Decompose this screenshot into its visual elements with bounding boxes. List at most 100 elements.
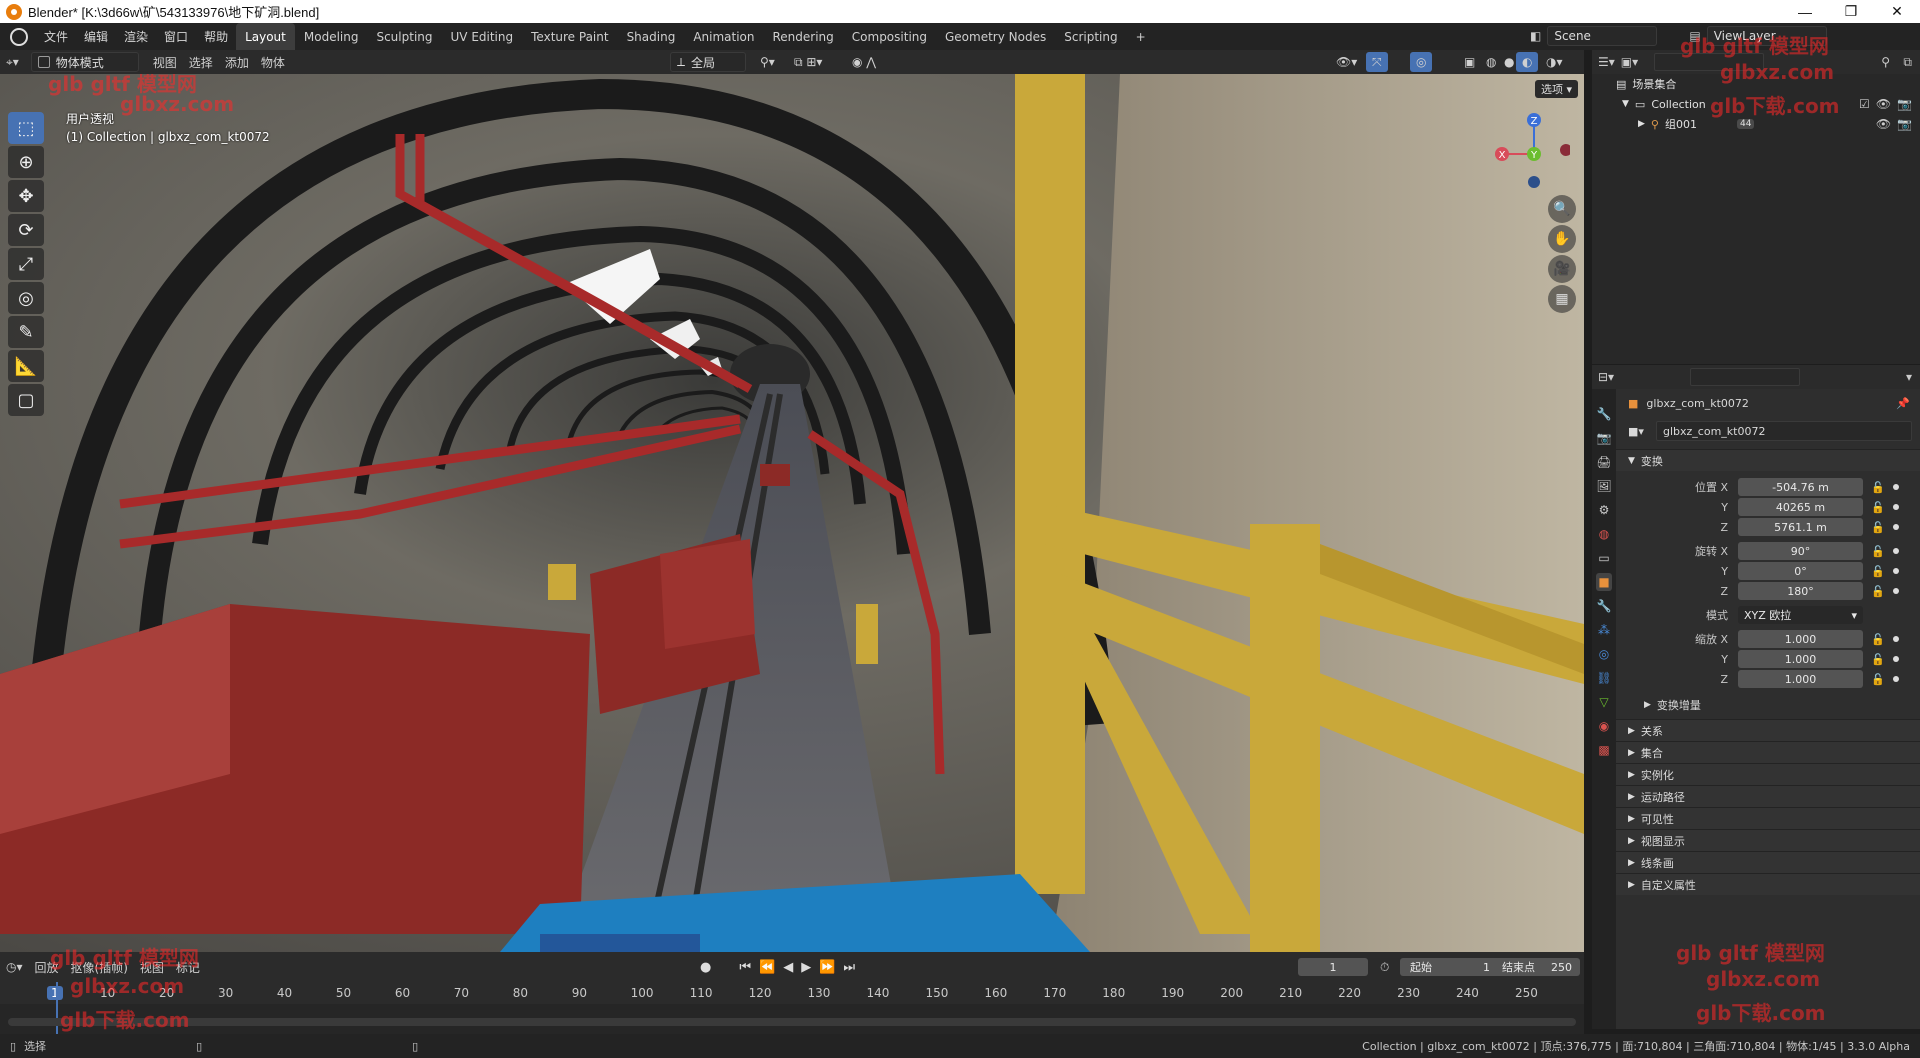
- 3d-viewport[interactable]: glb gltf 模型网 glbxz.com: [0, 74, 1584, 952]
- play-icon[interactable]: ▶: [801, 960, 811, 975]
- scale-y-field[interactable]: 1.000: [1738, 650, 1863, 668]
- delta-transform-subpanel[interactable]: ▶ 变换增量: [1616, 695, 1920, 715]
- expand-arrow-icon[interactable]: ▶: [1638, 119, 1645, 129]
- close-button[interactable]: ✕: [1874, 0, 1920, 23]
- filter-icon[interactable]: ⚲: [1881, 55, 1890, 69]
- viewport-display-panel-header[interactable]: ▶ 视图显示: [1616, 829, 1920, 851]
- gizmo-toggle-icon[interactable]: ⤧: [1366, 52, 1388, 72]
- measure-tool[interactable]: 📐: [8, 350, 44, 382]
- view-layer-selector[interactable]: ViewLayer: [1706, 26, 1827, 46]
- outliner-object-row[interactable]: ▶ ⚲ 组001 44 👁 📷: [1592, 114, 1920, 134]
- menu-timeline-view[interactable]: 视图: [134, 957, 170, 977]
- playhead[interactable]: [56, 982, 58, 1034]
- lock-icon[interactable]: 🔓: [1871, 501, 1885, 514]
- timeline-body[interactable]: 1 10 20 30 40 50 60 70 80 90 100 110 120 130 140 150 160…: [0, 946, 1584, 1034]
- navigation-gizmo[interactable]: Z X Y: [1490, 110, 1572, 190]
- blender-menu-icon[interactable]: [10, 27, 28, 46]
- jump-end-icon[interactable]: ⏭: [843, 960, 855, 975]
- lock-icon[interactable]: 🔓: [1871, 633, 1885, 646]
- menu-playback[interactable]: 回放: [29, 957, 65, 977]
- menu-view[interactable]: 视图: [147, 52, 183, 72]
- tool-tab-icon[interactable]: 🔧: [1596, 405, 1612, 423]
- keyframe-dot-icon[interactable]: [1893, 504, 1899, 510]
- pan-hand-icon[interactable]: ✋: [1548, 225, 1576, 253]
- pin-icon[interactable]: 📌: [1896, 397, 1910, 410]
- menu-keying[interactable]: 抠像(插帧): [65, 957, 134, 977]
- object-tab-icon[interactable]: ■: [1596, 573, 1612, 591]
- object-type-icon[interactable]: ■▾: [1628, 425, 1644, 438]
- keyframe-dot-icon[interactable]: [1893, 636, 1899, 642]
- camera-icon[interactable]: 🎥: [1548, 255, 1576, 283]
- output-tab-icon[interactable]: 🖨: [1596, 453, 1612, 471]
- maximize-button[interactable]: ❐: [1828, 0, 1874, 23]
- start-frame-field[interactable]: 起始 1: [1400, 958, 1500, 976]
- scene-selector[interactable]: Scene: [1547, 26, 1658, 46]
- modifier-tab-icon[interactable]: 🔧: [1596, 597, 1612, 615]
- outliner-scene-collection[interactable]: ▤ 场景集合: [1592, 74, 1920, 94]
- data-tab-icon[interactable]: ▽: [1596, 693, 1612, 711]
- select-box-tool[interactable]: ⬚: [8, 112, 44, 144]
- overlay-toggle-icon[interactable]: ◎: [1410, 52, 1433, 72]
- outliner-search[interactable]: [1654, 53, 1765, 71]
- menu-render[interactable]: 渲染: [116, 23, 156, 50]
- scale-x-field[interactable]: 1.000: [1738, 630, 1863, 648]
- menu-file[interactable]: 文件: [36, 23, 76, 50]
- material-shading-icon[interactable]: ◐: [1516, 52, 1539, 72]
- eye-icon[interactable]: 👁: [1876, 117, 1891, 131]
- rotation-z-field[interactable]: 180°: [1738, 582, 1863, 600]
- play-reverse-icon[interactable]: ◀: [783, 960, 793, 975]
- texture-tab-icon[interactable]: ▩: [1596, 741, 1612, 759]
- move-tool[interactable]: ✥: [8, 180, 44, 212]
- snap-icon[interactable]: ⧉ ⊞▾: [788, 52, 828, 72]
- keyframe-dot-icon[interactable]: [1893, 524, 1899, 530]
- relations-panel-header[interactable]: ▶ 关系: [1616, 719, 1920, 741]
- menu-select[interactable]: 选择: [183, 52, 219, 72]
- rotation-y-field[interactable]: 0°: [1738, 562, 1863, 580]
- keyframe-dot-icon[interactable]: [1893, 568, 1899, 574]
- object-name-field[interactable]: glbxz_com_kt0072: [1656, 421, 1912, 441]
- xray-icon[interactable]: ▣: [1458, 52, 1481, 72]
- end-frame-field[interactable]: 结束点 250: [1494, 958, 1580, 976]
- grid-icon[interactable]: ▦: [1548, 285, 1576, 313]
- visibility-panel-header[interactable]: ▶ 可见性: [1616, 807, 1920, 829]
- editor-type-icon[interactable]: ⌖▾: [0, 52, 25, 72]
- world-tab-icon[interactable]: ◍: [1596, 525, 1612, 543]
- keyframe-dot-icon[interactable]: [1893, 548, 1899, 554]
- lock-icon[interactable]: 🔓: [1871, 481, 1885, 494]
- expand-arrow-icon[interactable]: ▼: [1622, 99, 1629, 109]
- keyframe-dot-icon[interactable]: [1893, 484, 1899, 490]
- keyframe-dot-icon[interactable]: [1893, 676, 1899, 682]
- menu-marker[interactable]: 标记: [170, 957, 206, 977]
- tab-uv-editing[interactable]: UV Editing: [442, 23, 523, 50]
- render-tab-icon[interactable]: 📷: [1596, 429, 1612, 447]
- rotate-tool[interactable]: ⟳: [8, 214, 44, 246]
- lock-icon[interactable]: 🔓: [1871, 521, 1885, 534]
- options-dropdown[interactable]: 选项 ▾: [1535, 80, 1579, 98]
- line-art-panel-header[interactable]: ▶ 线条画: [1616, 851, 1920, 873]
- tab-scripting[interactable]: Scripting: [1055, 23, 1126, 50]
- outliner-collection-row[interactable]: ▼ ▭ Collection ☑ 👁 📷: [1592, 94, 1920, 114]
- lock-icon[interactable]: 🔓: [1871, 653, 1885, 666]
- instancing-panel-header[interactable]: ▶ 实例化: [1616, 763, 1920, 785]
- visibility-icon[interactable]: 👁▾: [1330, 52, 1363, 72]
- display-mode-icon[interactable]: ▣▾: [1621, 55, 1638, 69]
- minimize-button[interactable]: —: [1782, 0, 1828, 23]
- camera-restrict-icon[interactable]: 📷: [1897, 97, 1912, 111]
- tab-modeling[interactable]: Modeling: [295, 23, 368, 50]
- scene-tab-icon[interactable]: ⚙: [1596, 501, 1612, 519]
- transform-tool[interactable]: ◎: [8, 282, 44, 314]
- proportional-edit-icon[interactable]: ◉ ⋀: [846, 52, 882, 72]
- scale-z-field[interactable]: 1.000: [1738, 670, 1863, 688]
- tab-layout[interactable]: Layout: [236, 23, 295, 50]
- transform-orientation-dropdown[interactable]: ⟂ 全局: [670, 52, 746, 72]
- physics-tab-icon[interactable]: ◎: [1596, 645, 1612, 663]
- lock-icon[interactable]: 🔓: [1871, 545, 1885, 558]
- pivot-icon[interactable]: ⚲▾: [754, 52, 781, 72]
- add-cube-tool[interactable]: ▢: [8, 384, 44, 416]
- motion-paths-panel-header[interactable]: ▶ 运动路径: [1616, 785, 1920, 807]
- transform-panel-header[interactable]: ▼ 变换: [1616, 449, 1920, 471]
- annotate-tool[interactable]: ✎: [8, 316, 44, 348]
- lock-icon[interactable]: 🔓: [1871, 673, 1885, 686]
- view-layer-tab-icon[interactable]: 🖼: [1596, 477, 1612, 495]
- jump-start-icon[interactable]: ⏮: [739, 960, 751, 975]
